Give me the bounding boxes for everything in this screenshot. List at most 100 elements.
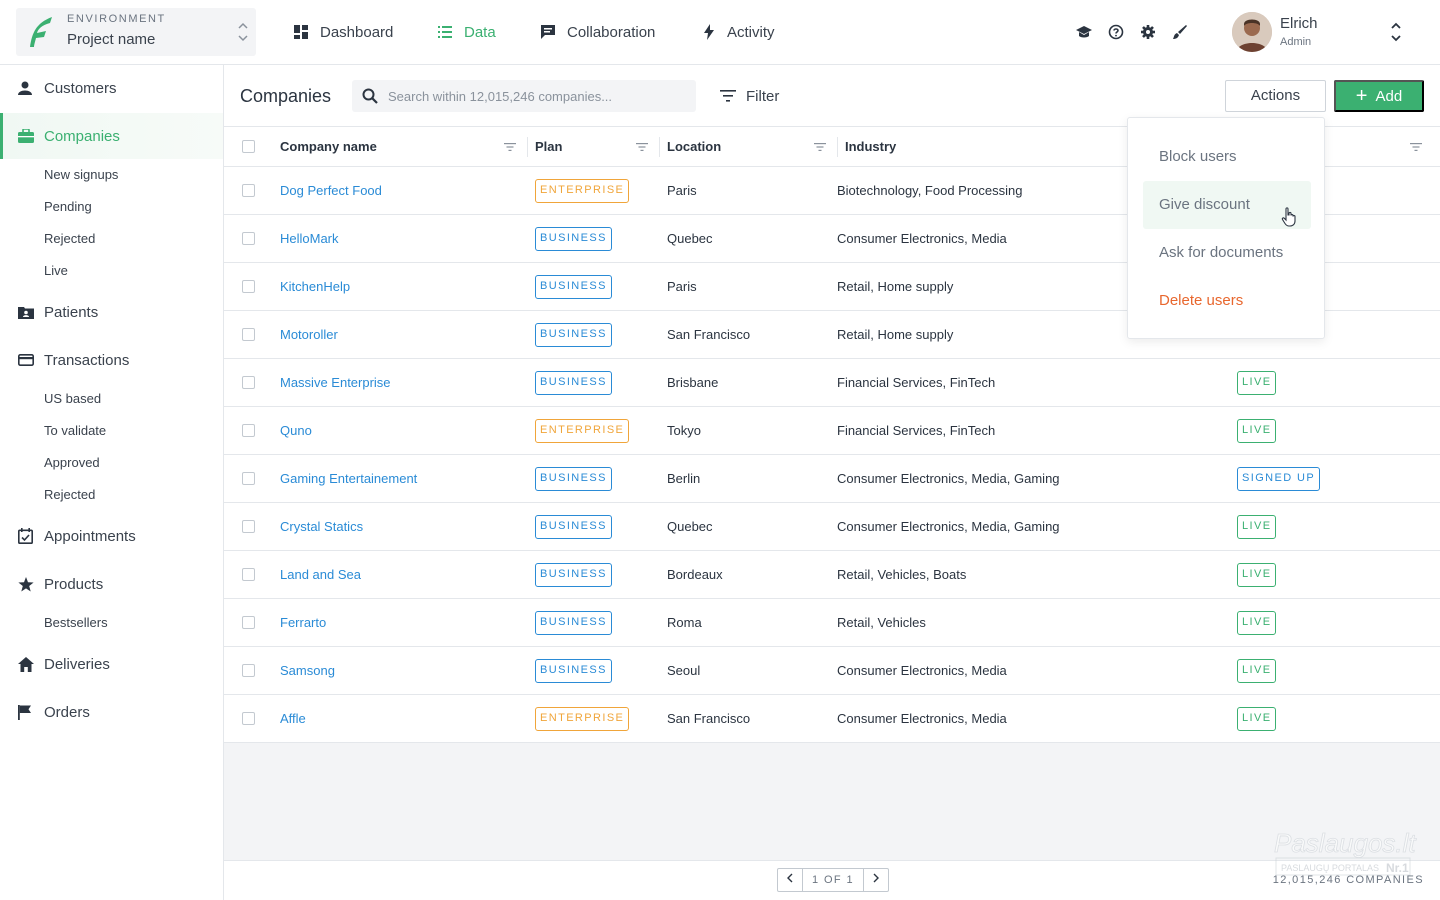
nav-activity[interactable]: Activity bbox=[703, 0, 775, 64]
sidebar-subitem-pending[interactable]: Pending bbox=[44, 199, 92, 214]
environment-selector[interactable]: ENVIRONMENT Project name bbox=[16, 8, 256, 56]
company-name-link[interactable]: Crystal Statics bbox=[280, 503, 363, 551]
sidebar-item-companies[interactable]: Companies bbox=[0, 113, 223, 159]
sidebar-item-appointments[interactable]: Appointments bbox=[0, 513, 223, 559]
table-row[interactable]: Ferrarto BUSINESS Roma Retail, Vehicles LIVE bbox=[224, 599, 1440, 647]
nav-label: Collaboration bbox=[567, 23, 656, 41]
brush-icon[interactable] bbox=[1171, 23, 1189, 41]
location-cell: Brisbane bbox=[667, 375, 719, 390]
column-header-location[interactable]: Location bbox=[667, 127, 721, 167]
company-name-link[interactable]: Quno bbox=[280, 407, 312, 455]
column-filter-icon[interactable] bbox=[636, 141, 648, 153]
sidebar-item-label: Products bbox=[44, 575, 104, 593]
gear-icon[interactable] bbox=[1139, 23, 1157, 41]
company-name-link[interactable]: KitchenHelp bbox=[280, 263, 350, 311]
list-icon bbox=[438, 26, 452, 38]
industry-cell: Retail, Vehicles bbox=[837, 615, 926, 630]
sidebar-subitem-rejected[interactable]: Rejected bbox=[44, 487, 95, 502]
status-badge: LIVE bbox=[1237, 515, 1277, 539]
status-badge: LIVE bbox=[1237, 611, 1277, 635]
search-box[interactable] bbox=[352, 80, 696, 112]
graduation-cap-icon[interactable] bbox=[1075, 23, 1093, 41]
column-filter-icon[interactable] bbox=[814, 141, 826, 153]
row-checkbox[interactable] bbox=[242, 232, 255, 245]
sidebar-item-customers[interactable]: Customers bbox=[0, 65, 223, 111]
sidebar-subitem-us-based[interactable]: US based bbox=[44, 391, 101, 406]
column-header-industry[interactable]: Industry bbox=[845, 127, 896, 167]
row-checkbox[interactable] bbox=[242, 520, 255, 533]
nav-collaboration[interactable]: Collaboration bbox=[541, 0, 655, 64]
chevron-updown-icon[interactable] bbox=[1390, 21, 1402, 43]
filter-button[interactable]: Filter bbox=[720, 80, 779, 112]
search-input[interactable] bbox=[388, 80, 688, 112]
row-checkbox[interactable] bbox=[242, 184, 255, 197]
sidebar-item-transactions[interactable]: Transactions bbox=[0, 337, 223, 383]
nav-dashboard[interactable]: Dashboard bbox=[294, 0, 393, 64]
company-name-link[interactable]: Gaming Entertainement bbox=[280, 455, 417, 503]
help-icon[interactable] bbox=[1107, 23, 1125, 41]
company-name-link[interactable]: Land and Sea bbox=[280, 551, 361, 599]
company-name-link[interactable]: HelloMark bbox=[280, 215, 339, 263]
select-all-checkbox[interactable] bbox=[242, 140, 255, 153]
company-name-link[interactable]: Massive Enterprise bbox=[280, 359, 391, 407]
plan-badge: ENTERPRISE bbox=[535, 707, 630, 731]
sidebar-item-deliveries[interactable]: Deliveries bbox=[0, 641, 223, 687]
row-checkbox[interactable] bbox=[242, 616, 255, 629]
table-row[interactable]: Quno ENTERPRISE Tokyo Financial Services, F… bbox=[224, 407, 1440, 455]
next-page-button[interactable] bbox=[864, 869, 888, 891]
filter-icon bbox=[720, 90, 736, 102]
table-row[interactable]: Crystal Statics BUSINESS Quebec Consumer El… bbox=[224, 503, 1440, 551]
column-filter-icon[interactable] bbox=[1410, 141, 1422, 153]
table-row[interactable]: Gaming Entertainement BUSINESS Berlin Consu… bbox=[224, 455, 1440, 503]
table-row[interactable]: Samsong BUSINESS Seoul Consumer Electronics… bbox=[224, 647, 1440, 695]
sidebar-item-orders[interactable]: Orders bbox=[0, 689, 223, 735]
sidebar-subitem-approved[interactable]: Approved bbox=[44, 455, 100, 470]
sidebar-subitem-rejected[interactable]: Rejected bbox=[44, 231, 95, 246]
table-row[interactable]: Massive Enterprise BUSINESS Brisbane Financ… bbox=[224, 359, 1440, 407]
nav-data[interactable]: Data bbox=[438, 0, 496, 64]
row-checkbox[interactable] bbox=[242, 424, 255, 437]
sidebar-subitem-new-signups[interactable]: New signups bbox=[44, 167, 118, 182]
menu-item-block-users[interactable]: Block users bbox=[1143, 133, 1311, 181]
menu-item-ask-for-documents[interactable]: Ask for documents bbox=[1143, 229, 1311, 277]
user-name[interactable]: Elrich bbox=[1280, 15, 1318, 32]
sidebar-item-patients[interactable]: Patients bbox=[0, 289, 223, 335]
menu-item-delete-users[interactable]: Delete users bbox=[1143, 277, 1311, 325]
company-name-link[interactable]: Dog Perfect Food bbox=[280, 167, 382, 215]
column-header-plan[interactable]: Plan bbox=[535, 127, 562, 167]
prev-page-button[interactable] bbox=[778, 869, 802, 891]
page-title: Companies bbox=[240, 86, 332, 106]
row-checkbox[interactable] bbox=[242, 328, 255, 341]
sidebar-item-products[interactable]: Products bbox=[0, 561, 223, 607]
pagination: 1 OF 1 bbox=[777, 868, 889, 892]
industry-cell: Consumer Electronics, Media bbox=[837, 231, 1007, 246]
status-badge: LIVE bbox=[1237, 419, 1277, 443]
chevron-updown-icon bbox=[238, 22, 248, 42]
sidebar-subitem-bestsellers[interactable]: Bestsellers bbox=[44, 615, 108, 630]
sidebar-subitem-to-validate[interactable]: To validate bbox=[44, 423, 106, 438]
column-filter-icon[interactable] bbox=[504, 141, 516, 153]
company-name-link[interactable]: Ferrarto bbox=[280, 599, 326, 647]
user-avatar[interactable] bbox=[1232, 12, 1272, 52]
dashboard-icon bbox=[294, 25, 308, 39]
company-name-link[interactable]: Samsong bbox=[280, 647, 335, 695]
add-button[interactable]: + Add bbox=[1334, 80, 1424, 112]
sidebar-subitem-live[interactable]: Live bbox=[44, 263, 68, 278]
row-checkbox[interactable] bbox=[242, 568, 255, 581]
table-row[interactable]: Land and Sea BUSINESS Bordeaux Retail, Vehi… bbox=[224, 551, 1440, 599]
column-header-company-name[interactable]: Company name bbox=[280, 127, 377, 167]
row-checkbox[interactable] bbox=[242, 472, 255, 485]
status-badge: LIVE bbox=[1237, 707, 1277, 731]
row-checkbox[interactable] bbox=[242, 376, 255, 389]
company-name-link[interactable]: Affle bbox=[280, 695, 306, 743]
user-role: Admin bbox=[1280, 36, 1312, 48]
row-checkbox[interactable] bbox=[242, 280, 255, 293]
table-footer: 1 OF 1 12,015,246 COMPANIES bbox=[224, 860, 1440, 900]
company-name-link[interactable]: Motoroller bbox=[280, 311, 338, 359]
plan-badge: BUSINESS bbox=[535, 323, 612, 347]
actions-button[interactable]: Actions bbox=[1225, 80, 1326, 112]
row-checkbox[interactable] bbox=[242, 712, 255, 725]
table-row[interactable]: Affle ENTERPRISE San Francisco Consumer Ele… bbox=[224, 695, 1440, 743]
row-checkbox[interactable] bbox=[242, 664, 255, 677]
chevron-left-icon bbox=[787, 873, 793, 883]
